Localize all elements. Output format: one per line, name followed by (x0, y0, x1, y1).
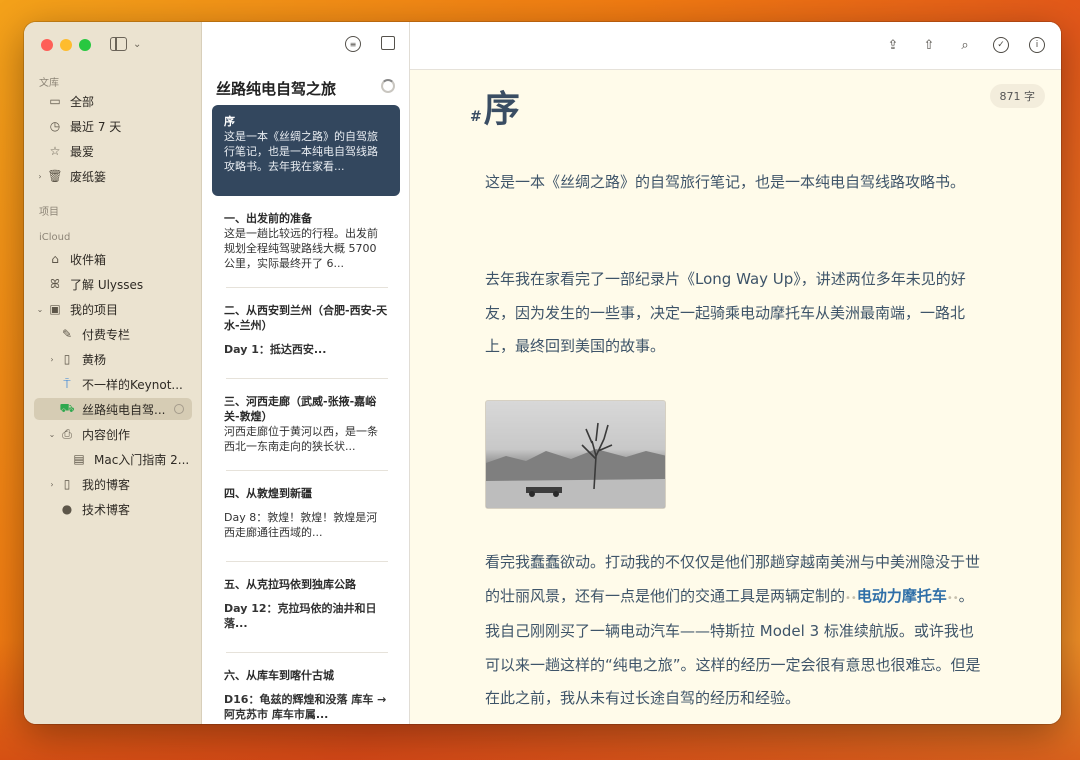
group-title: 丝路纯电自驾之旅 (216, 80, 337, 98)
pen-icon: ✎ (61, 327, 73, 341)
review-icon[interactable]: ✓ (993, 37, 1009, 53)
sheet-heading: # 序 (470, 80, 520, 132)
disclosure-icon[interactable]: › (46, 355, 58, 364)
paragraph[interactable]: 去年我在家看完了一部纪录片《Long Way Up》，讲述两位多年未见的好友，因… (485, 263, 985, 364)
sync-progress-icon (381, 79, 395, 93)
sync-status-icon (174, 404, 184, 414)
new-sheet-icon[interactable] (381, 36, 395, 50)
sheet-list-toolbar: ≡ (345, 36, 395, 52)
inbox-icon: ⌂ (51, 252, 59, 266)
sidebar-item-content-creation[interactable]: ⌄ ⎙ 内容创作 (46, 423, 192, 445)
editor-toolbar: ⇪ ⇧ ⌕ ✓ i (410, 22, 1061, 70)
link-marker: •• (946, 592, 959, 604)
info-icon[interactable]: i (1029, 37, 1045, 53)
chevron-down-icon: ⌄ (133, 38, 142, 50)
sidebar-toggle-button[interactable]: ⌄ (110, 37, 141, 51)
paragraph[interactable]: 这是一本《丝绸之路》的自驾旅行笔记，也是一本纯电自驾线路攻略书。 (485, 166, 985, 200)
window-controls (41, 39, 91, 51)
disclosure-icon[interactable]: › (46, 480, 58, 489)
keynote-icon: ⍑ (63, 376, 71, 391)
embedded-photo[interactable] (485, 400, 666, 509)
divider (226, 652, 388, 653)
sidebar-item-about-ulysses[interactable]: ꕤ 了解 Ulysses (34, 273, 192, 295)
section-label-library: 文库 (39, 78, 59, 89)
sidebar-item-huangyang[interactable]: › ▯ 黄杨 (46, 348, 192, 370)
sheet-item-hexi-corridor[interactable]: 三、河西走廊（武威-张掖-嘉峪关-敦煌） 河西走廊位于黄河以西，是一条西北一东南… (212, 385, 400, 463)
sidebar-item-trash[interactable]: › 🗑 废纸篓 (34, 165, 192, 187)
divider (226, 378, 388, 379)
ulysses-window: ⌄ 文库 ▭ 全部 ◷ 最近 7 天 ☆ 最爱 › 🗑 废纸篓 项目 iCloud… (24, 22, 1061, 724)
section-label-projects: 项目 (39, 207, 59, 218)
chevron-down-icon[interactable]: ⌄ (46, 430, 58, 439)
book-icon: ▯ (63, 352, 71, 366)
printer-icon: ⎙ (62, 426, 72, 441)
car-icon: ⛟ (59, 401, 75, 415)
search-icon[interactable]: ⌕ (957, 37, 973, 53)
sidebar-item-my-projects[interactable]: ⌄ ▣ 我的项目 (34, 298, 192, 320)
sidebar-item-recent[interactable]: ◷ 最近 7 天 (34, 115, 192, 137)
divider (226, 561, 388, 562)
chevron-down-icon[interactable]: ⌄ (34, 305, 46, 314)
sheet-item-dunhuang-xinjiang[interactable]: 四、从敦煌到新疆 Day 8：敦煌！敦煌！敦煌是河西走廊通往西域的... (212, 477, 400, 549)
tray-icon: ▭ (49, 94, 61, 108)
sidebar-item-keynote[interactable]: ⍑ 不一样的Keynot... (46, 373, 192, 395)
sidebar-item-tech-blog[interactable]: ● 技术博客 (46, 498, 192, 520)
sheet-item-xian-lanzhou[interactable]: 二、从西安到兰州（合肥-西安-天水-兰州） Day 1：抵达西安... (212, 294, 400, 366)
link-marker: •• (845, 592, 857, 604)
sheet-list: ≡ 丝路纯电自驾之旅 序 这是一本《丝绸之路》的自驾旅行笔记，也是一本纯电自驾线… (202, 22, 410, 724)
editor-pane: ⇪ ⇧ ⌕ ✓ i 871 字 # 序 这是一本《丝绸之路》的自驾旅行笔记，也是… (410, 22, 1061, 724)
section-label-icloud: iCloud (39, 232, 71, 243)
clock-icon: ◷ (49, 119, 61, 133)
sidebar-icon (110, 37, 127, 51)
sidebar-item-paid-column[interactable]: ✎ 付费专栏 (46, 323, 192, 345)
publish-icon[interactable]: ⇧ (921, 37, 937, 53)
sidebar-item-my-blog[interactable]: › ▯ 我的博客 (46, 473, 192, 495)
sidebar-item-mac-guide[interactable]: ▤ Mac入门指南 2... (58, 448, 192, 470)
close-window-button[interactable] (41, 39, 53, 51)
folder-icon: ▣ (49, 302, 61, 316)
sheet-item-karamay[interactable]: 五、从克拉玛依到独库公路 Day 12：克拉玛依的油井和日落... (212, 568, 400, 640)
tree-and-motorcycles-image (486, 422, 665, 508)
zoom-window-button[interactable] (79, 39, 91, 51)
sidebar-item-inbox[interactable]: ⌂ 收件箱 (34, 248, 192, 270)
sidebar-item-all[interactable]: ▭ 全部 (34, 90, 192, 112)
trash-icon: 🗑 (47, 169, 63, 183)
book-icon: ▯ (63, 477, 71, 491)
sidebar-item-silk-road[interactable]: ⛟ 丝路纯电自驾... (34, 398, 192, 420)
heading-text: 序 (483, 88, 520, 130)
disclosure-icon[interactable]: › (34, 172, 46, 181)
divider (226, 287, 388, 288)
star-icon: ☆ (49, 144, 61, 158)
sheet-item-kuqa-kashgar[interactable]: 六、从库车到喀什古城 D16：龟兹的辉煌和没落 库车 → 阿克苏市 库车市属..… (212, 659, 400, 724)
butterfly-icon: ꕤ (50, 276, 60, 291)
minimize-window-button[interactable] (60, 39, 72, 51)
library-sidebar: ⌄ 文库 ▭ 全部 ◷ 最近 7 天 ☆ 最爱 › 🗑 废纸篓 项目 iCloud… (24, 22, 202, 724)
inline-link[interactable]: 电动力摩托车 (857, 587, 947, 605)
sheet-item-preparation[interactable]: 一、出发前的准备 这是一趟比较远的行程。出发前规划全程纯驾驶路线大概 5700 … (212, 202, 400, 280)
github-icon: ● (61, 502, 73, 516)
heading-markup: # (470, 109, 482, 125)
sidebar-item-favorites[interactable]: ☆ 最爱 (34, 140, 192, 162)
filter-icon[interactable]: ≡ (345, 36, 361, 52)
divider (226, 470, 388, 471)
share-icon[interactable]: ⇪ (885, 37, 901, 53)
document-icon: ▤ (73, 452, 85, 466)
paragraph[interactable]: 看完我蠢蠢欲动。打动我的不仅仅是他们那趟穿越南美洲与中美洲隐没于世的壮丽风景，还… (485, 546, 985, 716)
sheet-item-preface[interactable]: 序 这是一本《丝绸之路》的自驾旅行笔记，也是一本纯电自驾线路攻略书。去年我在家看… (212, 105, 400, 196)
word-count-badge[interactable]: 871 字 (989, 84, 1045, 108)
